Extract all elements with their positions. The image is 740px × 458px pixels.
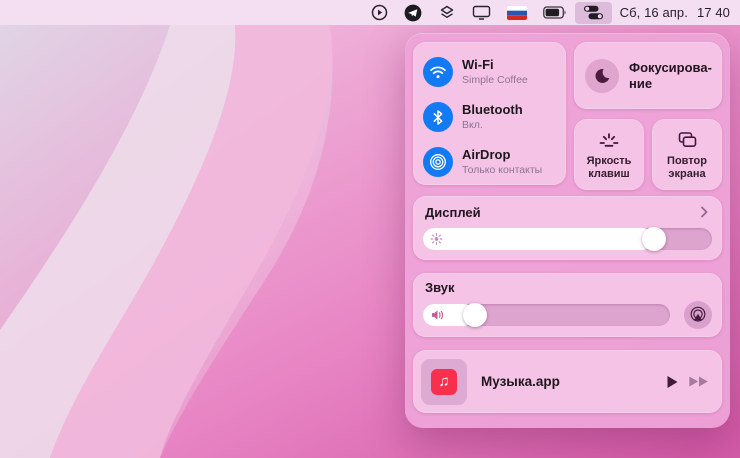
- display-title: Дисплей: [425, 205, 481, 220]
- brightness-slider[interactable]: [423, 228, 712, 250]
- moon-icon: [585, 59, 619, 93]
- menu-item-control-center[interactable]: [575, 2, 612, 24]
- sound-card: Звук: [413, 273, 722, 337]
- sound-title: Звук: [425, 280, 455, 295]
- menu-item-media[interactable]: [363, 2, 396, 24]
- play-button[interactable]: [664, 374, 680, 390]
- keyboard-brightness-icon: [597, 127, 621, 153]
- brightness-slider-fill: [423, 228, 654, 250]
- wifi-toggle[interactable]: Wi-Fi Simple Coffee: [423, 55, 563, 89]
- telegram-icon: [404, 4, 422, 22]
- clock-time: 17 40: [697, 5, 730, 20]
- bluetooth-icon: [423, 102, 453, 132]
- keyboard-brightness-button[interactable]: Яркость клавиш: [574, 119, 644, 190]
- airplay-audio-icon: [688, 305, 708, 325]
- chevron-right-icon[interactable]: [696, 204, 712, 220]
- display-icon: [472, 4, 491, 21]
- menu-item-display[interactable]: [464, 2, 499, 24]
- menu-clock[interactable]: Сб, 16 апр. 17 40: [612, 5, 732, 20]
- menu-bar-status-items: Сб, 16 апр. 17 40: [363, 2, 732, 24]
- menu-item-layers[interactable]: [430, 2, 464, 24]
- layers-icon: [438, 4, 456, 22]
- bluetooth-title: Bluetooth: [462, 103, 523, 118]
- menu-item-input-language[interactable]: [499, 2, 535, 24]
- bluetooth-status: Вкл.: [462, 119, 523, 131]
- focus-label: Фокусирова- ние: [629, 60, 712, 92]
- volume-slider-thumb[interactable]: [463, 303, 487, 327]
- speaker-icon: [430, 309, 445, 322]
- control-center-panel: Wi-Fi Simple Coffee Bluetooth Вкл.: [405, 33, 730, 428]
- play-circle-icon: [371, 4, 388, 21]
- clock-date: Сб, 16 апр.: [620, 5, 688, 20]
- menu-item-battery[interactable]: [535, 2, 575, 24]
- wifi-icon: [423, 57, 453, 87]
- control-center-icon: [583, 5, 604, 20]
- album-art: ♫: [421, 359, 467, 405]
- airplay-audio-button[interactable]: [684, 301, 712, 329]
- airdrop-toggle[interactable]: AirDrop Только контакты: [423, 145, 563, 179]
- airdrop-title: AirDrop: [462, 148, 542, 163]
- screen-mirroring-label: Повтор экрана: [667, 155, 707, 181]
- screen-mirroring-button[interactable]: Повтор экрана: [652, 119, 722, 190]
- music-card[interactable]: ♫ Музыка.app: [413, 350, 722, 413]
- ru-flag-icon: [507, 6, 527, 20]
- desktop: Сб, 16 апр. 17 40 Wi-Fi Simple Coffee: [0, 0, 740, 458]
- display-card: Дисплей: [413, 196, 722, 260]
- menu-item-telegram[interactable]: [396, 2, 430, 24]
- screen-mirroring-icon: [675, 127, 699, 153]
- fast-forward-button[interactable]: [688, 375, 710, 388]
- wifi-status: Simple Coffee: [462, 74, 528, 86]
- wifi-title: Wi-Fi: [462, 58, 528, 73]
- airdrop-status: Только контакты: [462, 164, 542, 176]
- focus-button[interactable]: Фокусирова- ние: [574, 42, 722, 109]
- battery-icon: [543, 6, 567, 19]
- volume-slider[interactable]: [423, 304, 670, 326]
- keyboard-brightness-label: Яркость клавиш: [587, 155, 632, 181]
- connectivity-card: Wi-Fi Simple Coffee Bluetooth Вкл.: [413, 42, 566, 185]
- airdrop-icon: [423, 147, 453, 177]
- music-title: Музыка.app: [481, 374, 664, 389]
- menu-bar: Сб, 16 апр. 17 40: [0, 0, 740, 25]
- bluetooth-toggle[interactable]: Bluetooth Вкл.: [423, 100, 563, 134]
- brightness-sun-icon: [430, 233, 443, 246]
- brightness-slider-thumb[interactable]: [642, 227, 666, 251]
- music-app-icon: ♫: [431, 369, 457, 395]
